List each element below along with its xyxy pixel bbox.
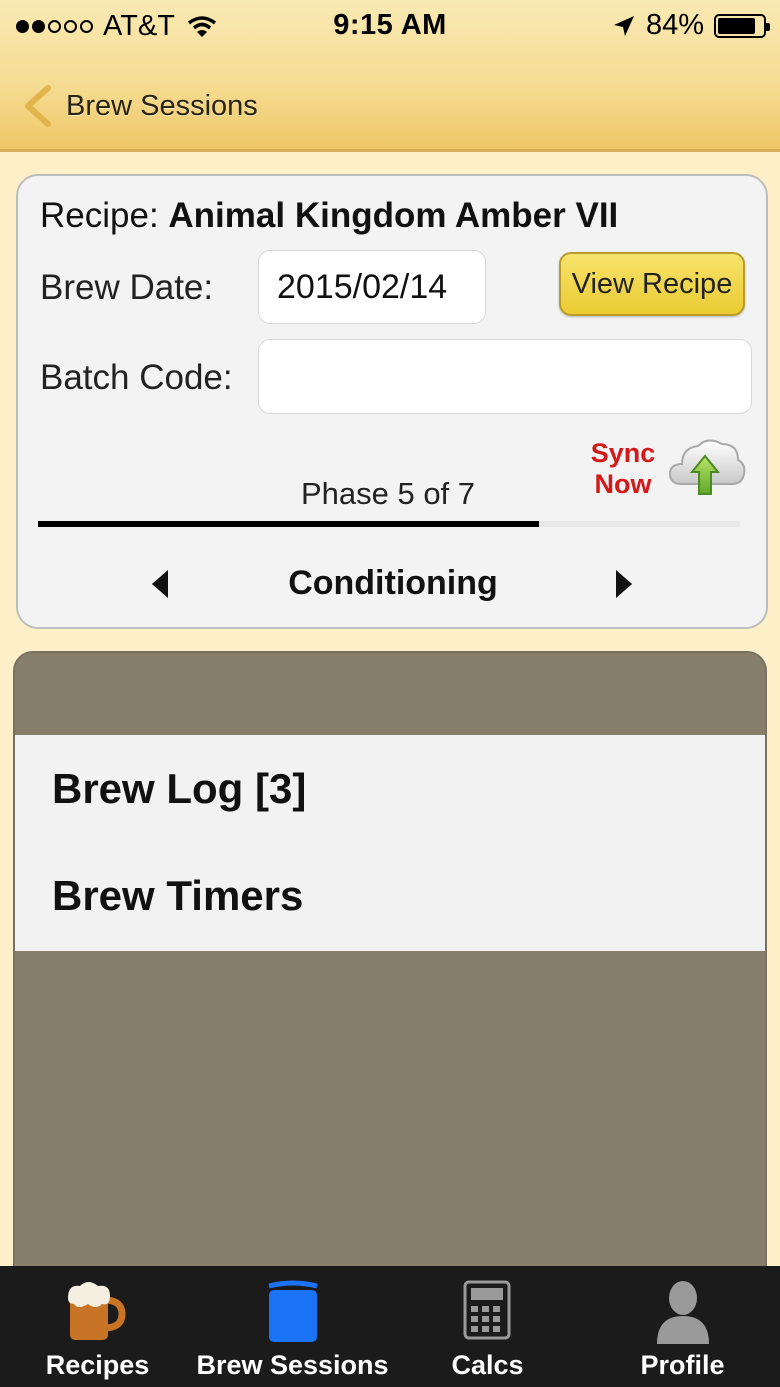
phase-indicator: Phase 5 of 7 <box>300 476 476 511</box>
sync-label-line1: Sync <box>590 438 656 468</box>
phase-progress-bar <box>38 521 740 527</box>
tab-recipes-label: Recipes <box>45 1350 150 1380</box>
phase-progress-fill <box>38 521 540 527</box>
battery-percent: 84% <box>645 9 704 41</box>
status-bar: AT&T 9:15 AM 84% <box>0 0 780 54</box>
session-menu-panel: Brew Log [3] Brew Timers <box>13 651 767 1301</box>
battery-icon <box>714 13 770 38</box>
back-chevron-icon[interactable] <box>18 84 58 128</box>
tab-bar: Recipes Brew Sessions Calcs Profile <box>0 1266 780 1387</box>
brew-log-item[interactable]: Brew Log [3] <box>52 765 306 813</box>
top-bar: AT&T 9:15 AM 84% Brew Sessions <box>0 0 780 152</box>
person-icon <box>657 1281 709 1344</box>
tab-brew-sessions-label: Brew Sessions <box>196 1350 389 1380</box>
beer-mug-icon <box>68 1282 126 1340</box>
recipe-label: Recipe: <box>40 196 159 235</box>
brew-timers-item[interactable]: Brew Timers <box>52 872 303 920</box>
brew-date-label: Brew Date: <box>40 268 214 307</box>
tab-profile-label: Profile <box>640 1350 725 1380</box>
recipe-name: Animal Kingdom Amber VII <box>168 196 619 235</box>
tab-recipes[interactable]: Recipes <box>0 1266 195 1387</box>
recipe-line: Recipe: Animal Kingdom Amber VII <box>40 196 618 236</box>
brew-date-field[interactable]: 2015/02/14 <box>258 250 486 324</box>
tab-calcs[interactable]: Calcs <box>390 1266 585 1387</box>
location-arrow-icon <box>613 15 634 36</box>
tab-profile[interactable]: Profile <box>585 1266 780 1387</box>
brew-kettle-icon <box>268 1280 318 1342</box>
tab-brew-sessions[interactable]: Brew Sessions <box>195 1266 390 1387</box>
session-menu: Brew Log [3] Brew Timers <box>15 735 765 951</box>
batch-code-field[interactable] <box>258 339 752 414</box>
batch-code-label: Batch Code: <box>40 358 233 397</box>
phase-name: Conditioning <box>288 564 498 602</box>
nav-back-title[interactable]: Brew Sessions <box>66 90 258 123</box>
view-recipe-button[interactable]: View Recipe <box>559 252 745 316</box>
calculator-icon <box>463 1280 511 1340</box>
tab-calcs-label: Calcs <box>451 1350 524 1380</box>
next-phase-arrow-icon[interactable] <box>614 568 634 600</box>
session-card: Recipe: Animal Kingdom Amber VII Brew Da… <box>16 174 768 629</box>
